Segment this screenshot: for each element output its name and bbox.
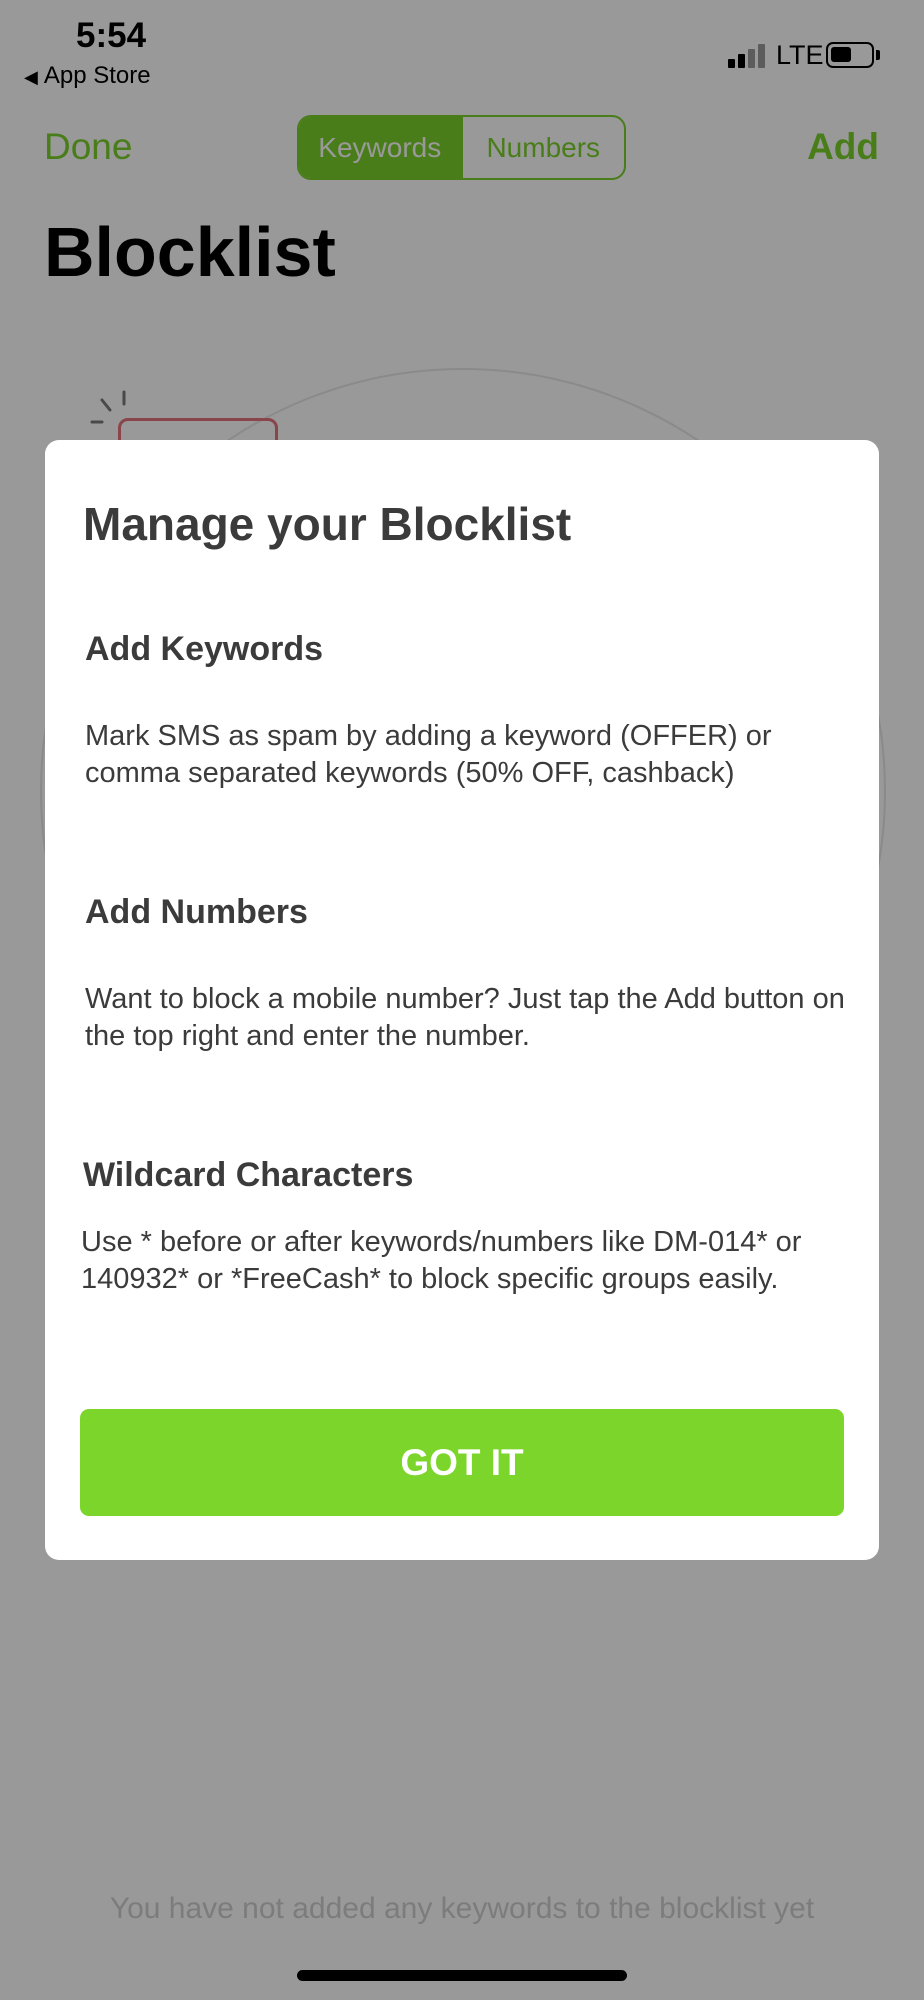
section-heading-wildcard: Wildcard Characters [83, 1156, 414, 1194]
home-indicator[interactable] [297, 1970, 627, 1981]
section-body-wildcard: Use * before or after keywords/numbers l… [81, 1226, 802, 1295]
section-heading-add-numbers: Add Numbers [85, 893, 308, 931]
got-it-button[interactable]: GOT IT [80, 1409, 844, 1516]
section-body-add-keywords: Mark SMS as spam by adding a keyword (OF… [85, 720, 772, 789]
blocklist-help-dialog: Manage your Blocklist Add Keywords Mark … [45, 440, 879, 1560]
section-heading-add-keywords: Add Keywords [85, 630, 324, 668]
dialog-title: Manage your Blocklist [83, 498, 572, 550]
section-body-add-numbers: Want to block a mobile number? Just tap … [85, 983, 845, 1052]
